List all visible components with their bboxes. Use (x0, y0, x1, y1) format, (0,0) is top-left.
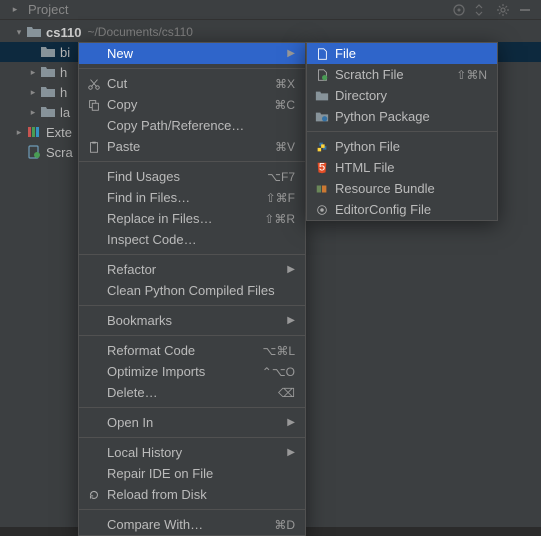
menu-separator (307, 131, 497, 132)
toolbar-collapse-arrow-icon[interactable] (8, 4, 22, 15)
chevron-right-icon[interactable] (26, 67, 40, 78)
chevron-right-icon: ▶ (287, 447, 295, 458)
menu-refactor[interactable]: Refactor▶ (79, 259, 305, 280)
chevron-down-icon[interactable] (12, 27, 26, 38)
chevron-right-icon[interactable] (12, 127, 26, 138)
target-icon[interactable] (451, 2, 467, 18)
tree-item-label: h (60, 85, 67, 100)
tree-item-label: bi (60, 45, 70, 60)
python-package-icon (313, 110, 331, 124)
svg-text:5: 5 (319, 161, 325, 173)
hide-icon[interactable] (517, 2, 533, 18)
folder-icon (40, 64, 56, 80)
menu-repair-ide[interactable]: Repair IDE on File (79, 463, 305, 484)
paste-icon (85, 140, 103, 154)
folder-icon (40, 44, 56, 60)
menu-separator (79, 254, 305, 255)
folder-icon (26, 24, 42, 40)
folder-icon (40, 104, 56, 120)
menu-separator (79, 68, 305, 69)
menu-paste[interactable]: Paste⌘V (79, 136, 305, 157)
menu-new[interactable]: New▶ (79, 43, 305, 64)
chevron-right-icon: ▶ (287, 315, 295, 326)
submenu-resource-bundle[interactable]: Resource Bundle (307, 178, 497, 199)
toolbar-title: Project (28, 2, 68, 17)
menu-clean-python[interactable]: Clean Python Compiled Files (79, 280, 305, 301)
submenu-editorconfig[interactable]: EditorConfig File (307, 199, 497, 220)
menu-separator (79, 161, 305, 162)
menu-cut[interactable]: Cut⌘X (79, 73, 305, 94)
menu-optimize-imports[interactable]: Optimize Imports⌃⌥O (79, 361, 305, 382)
menu-reload-disk[interactable]: Reload from Disk (79, 484, 305, 505)
menu-replace-in-files[interactable]: Replace in Files…⇧⌘R (79, 208, 305, 229)
submenu-python-file[interactable]: Python File (307, 136, 497, 157)
context-menu: New▶ Cut⌘X Copy⌘C Copy Path/Reference… P… (78, 42, 306, 536)
menu-separator (79, 305, 305, 306)
gear-icon[interactable] (495, 2, 511, 18)
html-icon: 5 (313, 161, 331, 175)
chevron-right-icon[interactable] (26, 87, 40, 98)
cut-icon (85, 77, 103, 91)
editorconfig-icon (313, 203, 331, 217)
menu-compare[interactable]: Compare With…⌘D (79, 514, 305, 535)
new-submenu: File Scratch File⇧⌘N Directory Python Pa… (306, 42, 498, 221)
menu-separator (79, 509, 305, 510)
tree-item-label: Scra (46, 145, 73, 160)
project-name: cs110 (46, 25, 81, 40)
project-path: ~/Documents/cs110 (87, 25, 193, 39)
menu-delete[interactable]: Delete…⌫ (79, 382, 305, 403)
folder-icon (313, 89, 331, 103)
menu-local-history[interactable]: Local History▶ (79, 442, 305, 463)
menu-copy[interactable]: Copy⌘C (79, 94, 305, 115)
submenu-file[interactable]: File (307, 43, 497, 64)
submenu-python-package[interactable]: Python Package (307, 106, 497, 127)
file-icon (313, 47, 331, 61)
tree-project-root[interactable]: cs110 ~/Documents/cs110 (0, 22, 541, 42)
menu-separator (79, 335, 305, 336)
copy-icon (85, 98, 103, 112)
expand-icon[interactable] (473, 2, 489, 18)
chevron-right-icon: ▶ (287, 264, 295, 275)
chevron-right-icon: ▶ (287, 48, 295, 59)
menu-open-in[interactable]: Open In▶ (79, 412, 305, 433)
chevron-right-icon[interactable] (26, 107, 40, 118)
resource-icon (313, 182, 331, 196)
submenu-html-file[interactable]: 5 HTML File (307, 157, 497, 178)
menu-bookmarks[interactable]: Bookmarks▶ (79, 310, 305, 331)
menu-inspect-code[interactable]: Inspect Code… (79, 229, 305, 250)
menu-find-usages[interactable]: Find Usages⌥F7 (79, 166, 305, 187)
menu-find-in-files[interactable]: Find in Files…⇧⌘F (79, 187, 305, 208)
project-toolbar: Project (0, 0, 541, 20)
library-icon (26, 124, 42, 140)
python-icon (313, 140, 331, 154)
scratch-file-icon (313, 68, 331, 82)
tree-item-label: la (60, 105, 70, 120)
menu-reformat[interactable]: Reformat Code⌥⌘L (79, 340, 305, 361)
submenu-scratch-file[interactable]: Scratch File⇧⌘N (307, 64, 497, 85)
tree-item-label: Exte (46, 125, 72, 140)
submenu-directory[interactable]: Directory (307, 85, 497, 106)
chevron-right-icon: ▶ (287, 417, 295, 428)
tree-item-label: h (60, 65, 67, 80)
menu-separator (79, 437, 305, 438)
scratch-icon (26, 144, 42, 160)
folder-icon (40, 84, 56, 100)
menu-separator (79, 407, 305, 408)
reload-icon (85, 488, 103, 502)
menu-copy-path[interactable]: Copy Path/Reference… (79, 115, 305, 136)
